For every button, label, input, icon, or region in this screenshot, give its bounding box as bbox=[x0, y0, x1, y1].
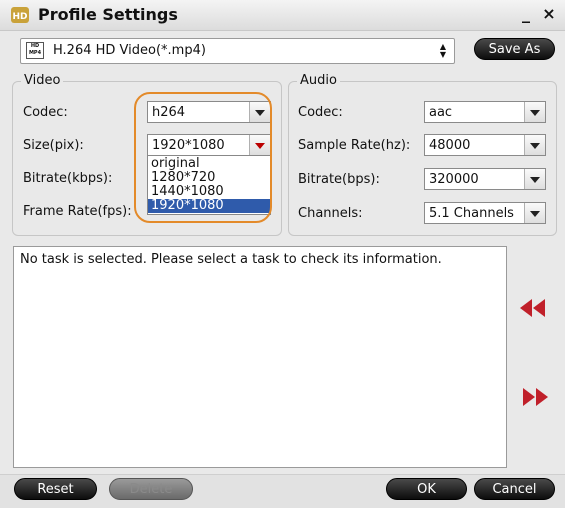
minimize-button[interactable]: _ bbox=[519, 5, 533, 23]
hd-logo-icon: HD bbox=[11, 7, 29, 23]
chevron-down-icon[interactable] bbox=[249, 102, 270, 122]
video-size-value: 1920*1080 bbox=[152, 138, 225, 153]
audio-channels-value: 5.1 Channels bbox=[429, 206, 514, 221]
task-info-panel: No task is selected. Please select a tas… bbox=[13, 246, 507, 468]
audio-bitrate-value: 320000 bbox=[429, 172, 479, 187]
window-title: Profile Settings bbox=[38, 5, 178, 24]
chevron-down-icon[interactable] bbox=[524, 135, 545, 155]
audio-codec-label: Codec: bbox=[298, 105, 343, 120]
title-bar: HD Profile Settings _ × bbox=[0, 0, 565, 31]
audio-codec-select[interactable]: aac bbox=[424, 101, 546, 123]
audio-legend: Audio bbox=[297, 73, 340, 88]
video-codec-value: h264 bbox=[152, 105, 186, 120]
audio-codec-value: aac bbox=[429, 105, 453, 120]
video-codec-label: Codec: bbox=[23, 105, 68, 120]
audio-samplerate-select[interactable]: 48000 bbox=[424, 134, 546, 156]
ok-button[interactable]: OK bbox=[386, 478, 467, 500]
audio-channels-select[interactable]: 5.1 Channels bbox=[424, 202, 546, 224]
audio-samplerate-label: Sample Rate(hz): bbox=[298, 138, 411, 153]
close-button[interactable]: × bbox=[541, 5, 557, 23]
audio-bitrate-select[interactable]: 320000 bbox=[424, 168, 546, 190]
svg-text:HD: HD bbox=[12, 12, 27, 22]
video-legend: Video bbox=[21, 73, 64, 88]
collapse-left-icon[interactable] bbox=[518, 297, 548, 319]
delete-button[interactable]: Delete bbox=[109, 478, 193, 500]
format-select[interactable]: HD MP4 H.264 HD Video(*.mp4) ▲ ▼ bbox=[20, 38, 455, 64]
size-option-selected[interactable]: 1920*1080 bbox=[148, 199, 270, 213]
format-value: H.264 HD Video(*.mp4) bbox=[53, 43, 206, 58]
size-option[interactable]: 1440*1080 bbox=[148, 185, 270, 199]
chevron-down-icon[interactable] bbox=[524, 203, 545, 223]
size-option[interactable]: 1280*720 bbox=[148, 171, 270, 185]
chevron-down-icon[interactable] bbox=[249, 135, 270, 155]
video-bitrate-label: Bitrate(kbps): bbox=[23, 171, 113, 186]
expand-right-icon[interactable] bbox=[520, 386, 550, 408]
reset-button[interactable]: Reset bbox=[14, 478, 97, 500]
video-codec-select[interactable]: h264 bbox=[147, 101, 271, 123]
size-option[interactable]: original bbox=[148, 157, 270, 171]
mp4-file-icon: HD MP4 bbox=[26, 42, 44, 59]
audio-channels-label: Channels: bbox=[298, 206, 363, 221]
save-as-button[interactable]: Save As bbox=[474, 38, 555, 60]
size-dropdown-list[interactable]: original 1280*720 1440*1080 1920*1080 bbox=[147, 155, 271, 215]
video-size-select[interactable]: 1920*1080 bbox=[147, 134, 271, 156]
chevron-down-icon[interactable] bbox=[524, 102, 545, 122]
task-info-text: No task is selected. Please select a tas… bbox=[20, 252, 442, 267]
updown-spinner-icon[interactable]: ▲ ▼ bbox=[438, 43, 448, 59]
video-framerate-label: Frame Rate(fps): bbox=[23, 204, 132, 219]
video-size-label: Size(pix): bbox=[23, 138, 84, 153]
audio-bitrate-label: Bitrate(bps): bbox=[298, 172, 380, 187]
chevron-down-icon[interactable] bbox=[524, 169, 545, 189]
audio-samplerate-value: 48000 bbox=[429, 138, 471, 153]
profile-settings-window: HD Profile Settings _ × HD MP4 H.264 HD … bbox=[0, 0, 565, 508]
cancel-button[interactable]: Cancel bbox=[474, 478, 555, 500]
